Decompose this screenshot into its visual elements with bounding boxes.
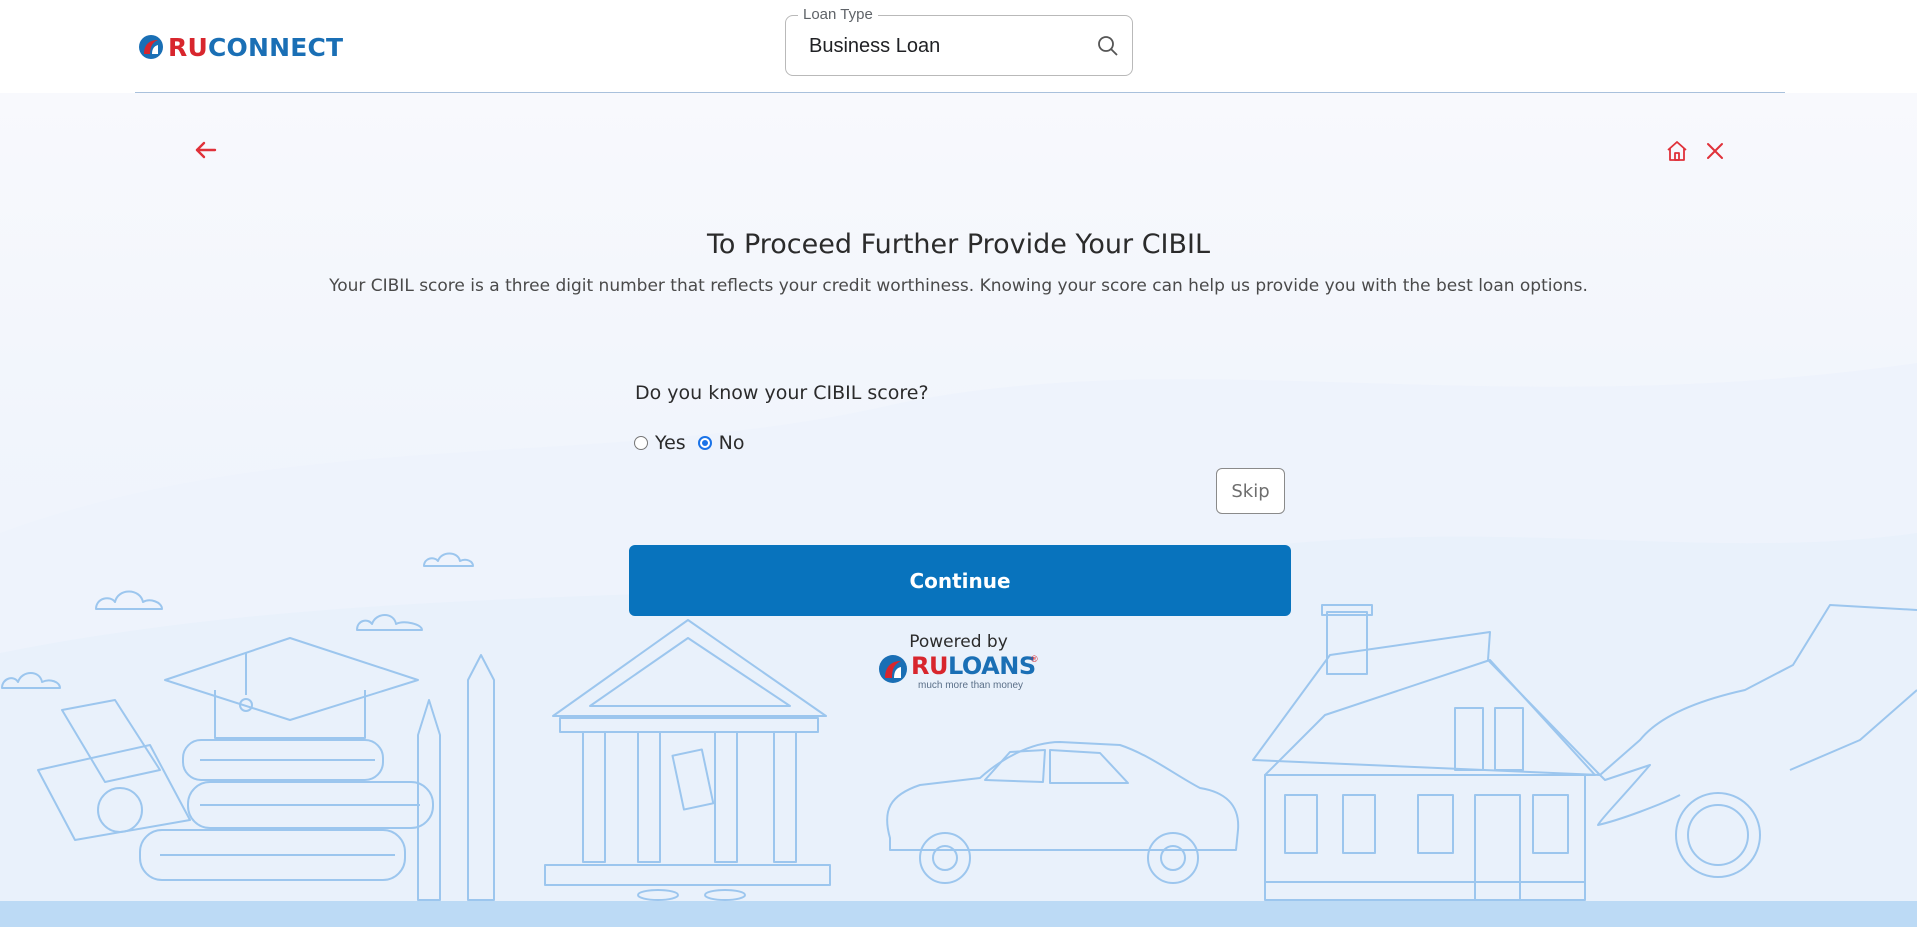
radio-yes-label[interactable]: Yes — [655, 432, 686, 454]
close-icon[interactable] — [1703, 139, 1727, 163]
radio-no[interactable] — [697, 436, 712, 450]
pencils-illustration — [417, 654, 495, 901]
ruconnect-logo[interactable]: RUCONNECT — [138, 30, 343, 64]
loan-type-label: Loan Type — [798, 6, 878, 23]
cloud-icon — [1, 552, 474, 689]
search-icon[interactable] — [1096, 34, 1120, 58]
page-subtitle: Your CIBIL score is a three digit number… — [329, 276, 1588, 296]
arrow-left-icon[interactable] — [193, 137, 219, 163]
ruconnect-logo-text: RUCONNECT — [168, 32, 344, 62]
car-illustration — [886, 741, 1240, 884]
radio-yes[interactable] — [634, 436, 648, 450]
skip-button[interactable]: Skip — [1216, 468, 1285, 514]
footer-strip — [0, 901, 1917, 927]
ruconnect-logo-icon — [139, 35, 163, 59]
home-icon[interactable] — [1665, 139, 1689, 163]
page-title: To Proceed Further Provide Your CIBIL — [706, 229, 1211, 260]
cibil-question: Do you know your CIBIL score? — [635, 382, 929, 404]
loan-type-value[interactable]: Business Loan — [809, 35, 940, 58]
hand-coin-illustration — [1597, 604, 1917, 878]
bank-building-illustration — [544, 619, 831, 901]
house-illustration — [1252, 604, 1601, 901]
radio-no-label[interactable]: No — [719, 432, 745, 454]
cibil-radio-group: Yes No — [634, 432, 757, 454]
loan-type-field[interactable]: Loan Type Business Loan — [785, 6, 1133, 76]
top-bar: RUCONNECT Loan Type Business Loan — [0, 0, 1917, 93]
finance-illustration — [1, 552, 1917, 901]
books-illustration — [37, 637, 434, 881]
